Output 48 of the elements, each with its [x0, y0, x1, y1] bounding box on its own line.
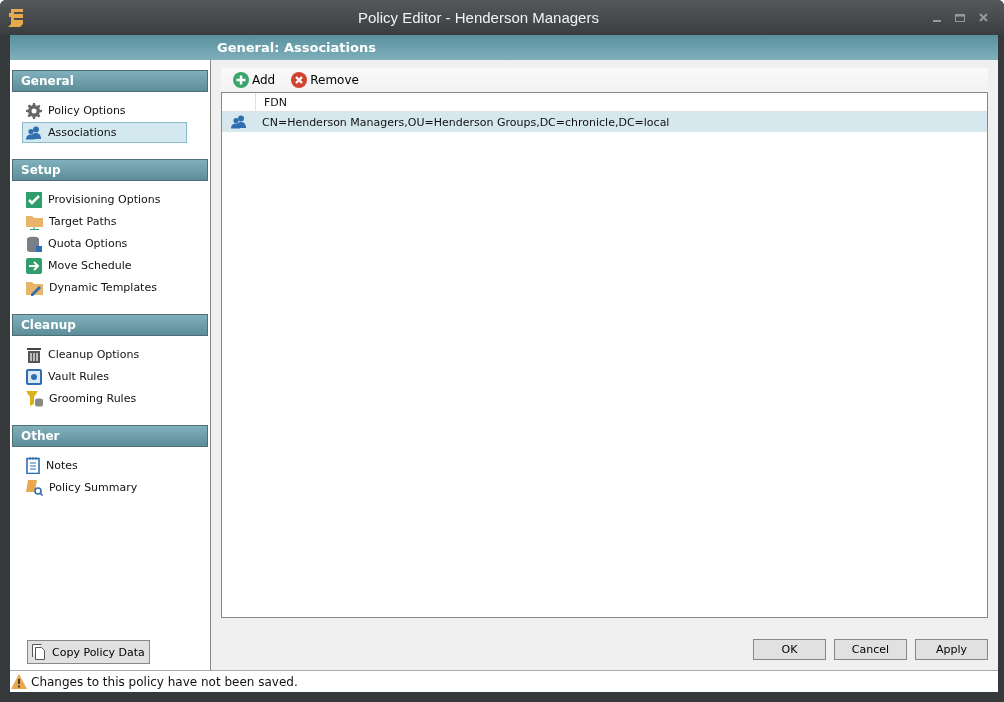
- sidebar-item[interactable]: Target Paths: [22, 211, 187, 232]
- funnel-icon: [26, 390, 43, 407]
- sidebar-item[interactable]: Notes: [22, 455, 187, 476]
- warning-icon: [11, 674, 27, 689]
- notepad-icon: [26, 457, 40, 474]
- sidebar-item[interactable]: Policy Summary: [22, 477, 187, 498]
- sidebar-item[interactable]: Cleanup Options: [22, 344, 187, 365]
- copy-icon: [32, 644, 46, 660]
- window-title: Policy Editor - Henderson Managers: [357, 9, 600, 26]
- folder-pencil-icon: [26, 279, 43, 296]
- database-icon: [26, 235, 42, 252]
- sidebar-item[interactable]: Grooming Rules: [22, 388, 187, 409]
- status-message: Changes to this policy have not been saved.: [31, 674, 298, 689]
- sidebar-item[interactable]: Vault Rules: [22, 366, 187, 387]
- section-header: Cleanup: [12, 314, 208, 336]
- checkmark-icon: [26, 191, 42, 208]
- arrow-icon: [26, 257, 42, 274]
- gear-icon: [26, 102, 42, 119]
- dialog-button[interactable]: Apply: [915, 639, 988, 660]
- trash-icon: [26, 346, 42, 363]
- maximize-icon[interactable]: [955, 13, 965, 22]
- close-icon[interactable]: [979, 13, 988, 22]
- dialog-button[interactable]: OK: [753, 639, 826, 660]
- users-icon: [26, 125, 42, 140]
- plus-icon: [233, 72, 249, 88]
- sidebar-item[interactable]: Provisioning Options: [22, 189, 187, 210]
- users-icon: [230, 115, 247, 129]
- sidebar-item[interactable]: Associations: [22, 122, 187, 143]
- dialog-button[interactable]: Cancel: [834, 639, 907, 660]
- folder-icon: [26, 213, 43, 230]
- sidebar-item[interactable]: Dynamic Templates: [22, 277, 187, 298]
- page-heading: General: Associations: [217, 40, 376, 55]
- column-header[interactable]: FDN: [264, 95, 288, 109]
- remove-button[interactable]: Remove: [291, 72, 359, 88]
- sidebar-item[interactable]: Quota Options: [22, 233, 187, 254]
- close-icon: [291, 72, 308, 88]
- copy-policy-data-button[interactable]: Copy Policy Data: [27, 640, 150, 664]
- table-row[interactable]: CN=Henderson Managers,OU=Henderson Groups,DC=chronicle,DC=local: [222, 112, 987, 132]
- scroll-magnifier-icon: [26, 479, 43, 496]
- section-header: Setup: [12, 159, 208, 181]
- sidebar-item[interactable]: Policy Options: [22, 100, 187, 121]
- add-button[interactable]: Add: [233, 72, 276, 88]
- table-cell: CN=Henderson Managers,OU=Henderson Groups,DC=chronicle,DC=local: [262, 115, 670, 129]
- sidebar-item[interactable]: Move Schedule: [22, 255, 187, 276]
- safe-icon: [26, 368, 42, 385]
- section-header: General: [12, 70, 208, 92]
- scroll-icon: [8, 8, 24, 27]
- section-header: Other: [12, 425, 208, 447]
